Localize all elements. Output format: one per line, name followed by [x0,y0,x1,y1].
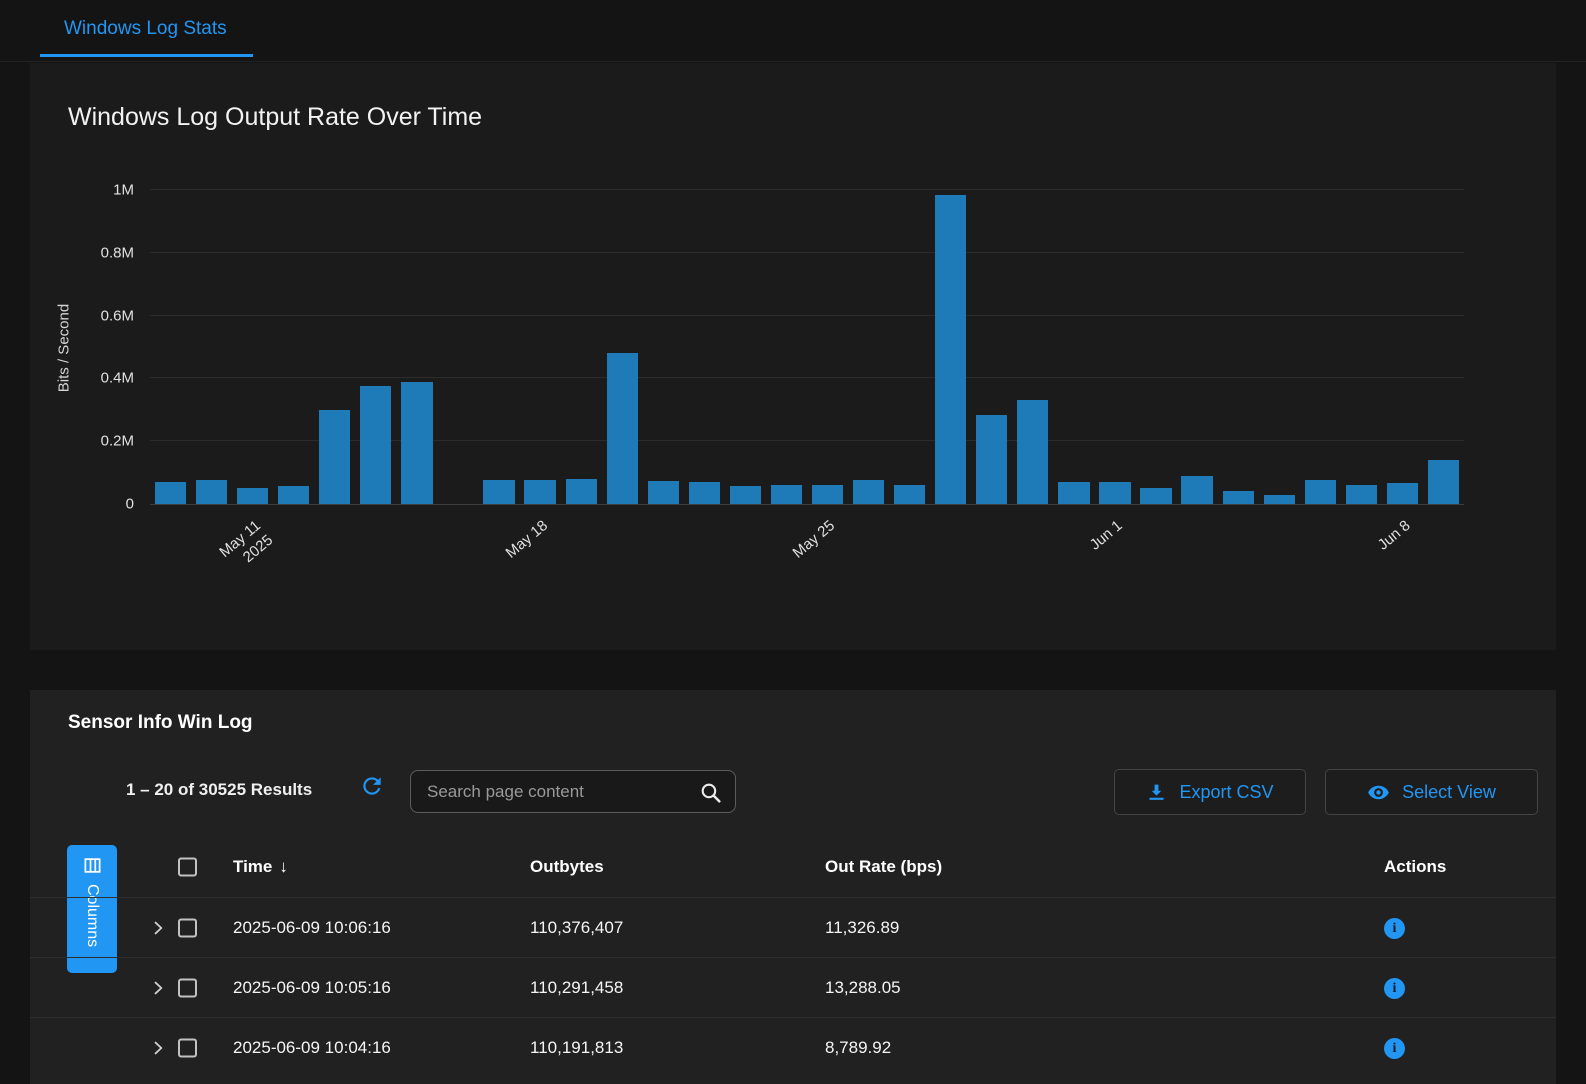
search-box [410,770,736,813]
chart-bar[interactable] [607,353,638,504]
cell-time: 2025-06-09 10:04:16 [233,1038,391,1058]
chart-bar[interactable] [566,479,597,504]
search-icon[interactable] [698,780,723,810]
chart-bar[interactable] [1181,476,1212,504]
chart-bar[interactable] [483,480,514,504]
cell-outbytes: 110,291,458 [530,978,623,998]
gridline [150,189,1464,190]
chart-bar[interactable] [1058,482,1089,504]
cell-time: 2025-06-09 10:05:16 [233,978,391,998]
select-view-label: Select View [1402,782,1496,803]
refresh-button[interactable] [358,773,386,801]
select-view-button[interactable]: Select View [1325,769,1538,815]
export-csv-button[interactable]: Export CSV [1114,769,1306,815]
chart-bar[interactable] [976,415,1007,504]
expand-row-chevron-icon[interactable] [148,1038,168,1058]
x-axis: May 112025May 18May 25Jun 1Jun 8 [150,505,1464,595]
chart-bar[interactable] [1305,480,1336,504]
chart-bar[interactable] [196,480,227,504]
column-header-actions: Actions [1384,857,1446,877]
sort-desc-icon: ↓ [279,857,288,876]
column-header-out-rate[interactable]: Out Rate (bps) [825,857,942,877]
y-tick-label: 0.2M [80,433,150,450]
row-info-icon[interactable]: i [1384,917,1405,939]
chart-bar[interactable] [319,410,350,504]
select-all-checkbox[interactable] [178,858,197,877]
cell-outbytes: 110,376,407 [530,918,623,938]
chart-bar[interactable] [1387,483,1418,504]
chart-bar[interactable] [894,485,925,504]
row-info-icon[interactable]: i [1384,977,1405,999]
chart-bar[interactable] [730,486,761,504]
chart-bar[interactable] [237,488,268,504]
chart-bar[interactable] [1428,460,1459,504]
cell-out-rate: 11,326.89 [825,918,899,938]
chart-bar[interactable] [648,481,679,504]
chart-bar[interactable] [689,482,720,504]
expand-row-chevron-icon[interactable] [148,918,168,938]
chart-bar[interactable] [1099,482,1130,504]
y-tick-label: 0 [80,496,150,513]
y-tick-label: 0.4M [80,370,150,387]
table-row: 2025-06-09 10:05:16 110,291,458 13,288.0… [30,957,1556,1017]
table-panel: Sensor Info Win Log 1 – 20 of 30525 Resu… [30,690,1556,1084]
gridline [150,252,1464,253]
y-tick-label: 0.8M [80,244,150,261]
chart-bar[interactable] [812,485,843,504]
tab-windows-log-stats[interactable]: Windows Log Stats [40,0,253,57]
y-axis-title: Bits / Second [56,303,73,391]
chart-bar[interactable] [935,195,966,504]
tab-bar: Windows Log Stats [0,0,1586,62]
y-tick-label: 0.6M [80,307,150,324]
row-checkbox[interactable] [178,1038,197,1057]
chart-bar[interactable] [401,382,432,504]
chart-bar[interactable] [360,386,391,504]
gridline [150,315,1464,316]
chart-bar[interactable] [1140,488,1171,504]
cell-out-rate: 8,789.92 [825,1038,891,1058]
chart-bar[interactable] [1017,400,1048,504]
export-csv-label: Export CSV [1179,782,1273,803]
table-row: 2025-06-09 10:06:16 110,376,407 11,326.8… [30,897,1556,957]
row-checkbox[interactable] [178,918,197,937]
table-row: 2025-06-09 10:04:16 110,191,813 8,789.92… [30,1017,1556,1077]
chart-bar[interactable] [524,480,555,504]
chart-bar[interactable] [1223,491,1254,504]
search-input[interactable] [411,771,735,812]
results-summary: 1 – 20 of 30525 Results [126,780,312,800]
chart-bar[interactable] [155,482,186,504]
chart-bar[interactable] [1264,495,1295,504]
chart-bar[interactable] [278,486,309,504]
section-title: Sensor Info Win Log [68,712,253,734]
row-checkbox[interactable] [178,978,197,997]
chart-plot-area: Bits / Second 00.2M0.4M0.6M0.8M1M May 11… [150,190,1464,505]
cell-out-rate: 13,288.05 [825,978,901,998]
chart-bar[interactable] [853,480,884,504]
cell-outbytes: 110,191,813 [530,1038,623,1058]
expand-row-chevron-icon[interactable] [148,978,168,998]
eye-icon [1367,781,1390,804]
cell-time: 2025-06-09 10:06:16 [233,918,391,938]
column-header-outbytes[interactable]: Outbytes [530,857,604,877]
row-info-icon[interactable]: i [1384,1037,1405,1059]
chart-bar[interactable] [771,485,802,504]
y-tick-label: 1M [80,182,150,199]
bar-chart[interactable]: 00.2M0.4M0.6M0.8M1M [150,190,1464,505]
table-header-row: Time↓ Outbytes Out Rate (bps) Actions [30,837,1556,897]
gridline [150,377,1464,378]
chart-panel: Windows Log Output Rate Over Time Bits /… [30,63,1556,650]
download-icon [1146,782,1167,803]
column-header-time[interactable]: Time↓ [233,857,288,877]
chart-title: Windows Log Output Rate Over Time [68,103,482,132]
refresh-icon [359,787,385,802]
chart-bar[interactable] [1346,485,1377,504]
